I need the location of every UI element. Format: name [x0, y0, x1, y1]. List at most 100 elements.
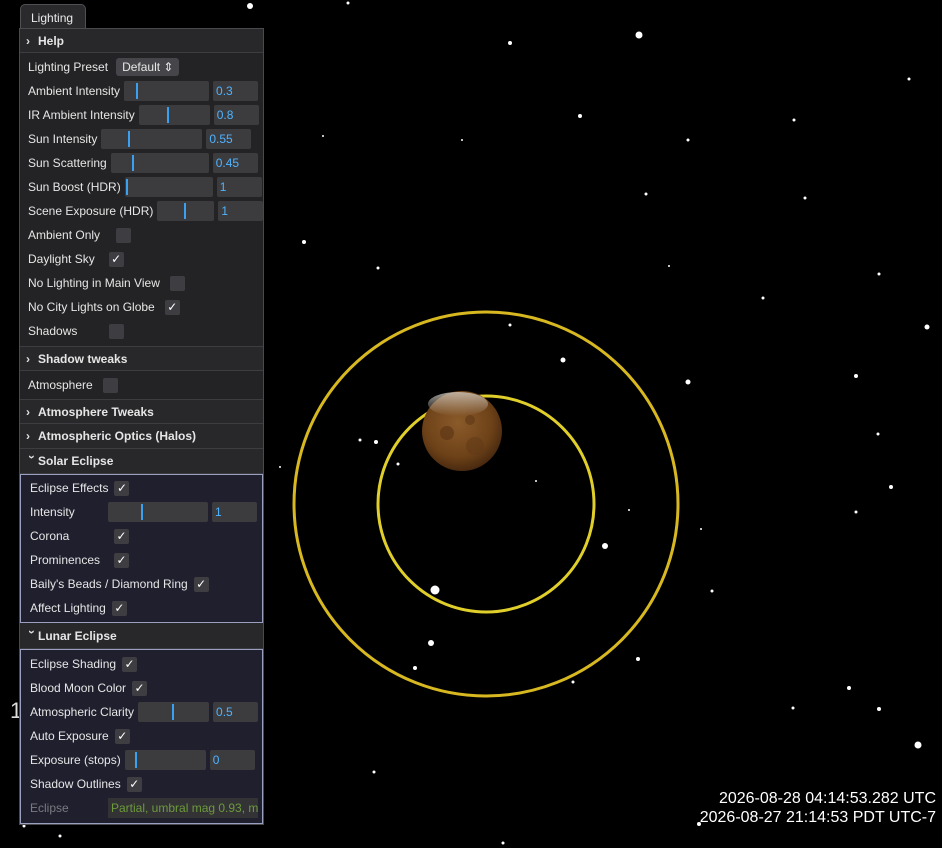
row-blood-moon: Blood Moon Color ✓ — [21, 676, 262, 700]
row-corona: Corona ✓ — [21, 524, 262, 548]
solar-eclipse-group: Eclipse Effects ✓ Intensity 1 Corona ✓ P… — [20, 474, 263, 623]
scene-exposure-slider[interactable] — [157, 201, 215, 221]
ir-ambient-value[interactable]: 0.8 — [213, 105, 259, 125]
tab-lighting[interactable]: Lighting — [20, 4, 86, 28]
sun-intensity-value[interactable]: 0.55 — [206, 129, 252, 149]
shadow-outlines-checkbox[interactable]: ✓ — [126, 776, 142, 792]
no-lighting-main-checkbox[interactable] — [169, 275, 185, 291]
shadows-checkbox[interactable] — [109, 323, 125, 339]
eclipse-effects-checkbox[interactable]: ✓ — [114, 480, 130, 496]
row-lighting-preset: Lighting Preset Default ⇕ — [20, 55, 263, 79]
row-atmosphere: Atmosphere — [20, 371, 263, 400]
row-eclipse-readout: Eclipse Partial, umbral mag 0.93, m — [21, 796, 262, 820]
sun-intensity-slider[interactable] — [101, 129, 203, 149]
ambient-intensity-value[interactable]: 0.3 — [213, 81, 259, 101]
check-icon: ✓ — [116, 481, 128, 495]
slider-thumb[interactable] — [134, 752, 137, 768]
sun-scattering-value[interactable]: 0.45 — [212, 153, 258, 173]
row-ambient-only: Ambient Only — [20, 223, 263, 247]
atmospheric-clarity-label: Atmospheric Clarity — [30, 705, 135, 719]
sun-boost-slider[interactable] — [124, 177, 213, 197]
section-atmosphere-tweaks[interactable]: › Atmosphere Tweaks — [20, 400, 263, 424]
ir-ambient-slider[interactable] — [138, 105, 210, 125]
eclipse-shading-label: Eclipse Shading — [30, 657, 117, 671]
section-halos[interactable]: › Atmospheric Optics (Halos) — [20, 424, 263, 449]
section-label: Solar Eclipse — [38, 454, 114, 468]
moon[interactable] — [422, 391, 502, 471]
no-lighting-main-label: No Lighting in Main View — [28, 276, 160, 290]
scene-exposure-value[interactable]: 1 — [218, 201, 263, 221]
daylight-sky-checkbox[interactable]: ✓ — [108, 251, 124, 267]
solar-intensity-value[interactable]: 1 — [212, 502, 257, 522]
ambient-intensity-label: Ambient Intensity — [28, 84, 121, 98]
exposure-stops-value[interactable]: 0 — [209, 750, 255, 770]
blood-moon-label: Blood Moon Color — [30, 681, 127, 695]
atmosphere-checkbox[interactable] — [102, 377, 118, 393]
slider-thumb[interactable] — [125, 179, 128, 195]
chevron-right-icon: › — [26, 404, 30, 419]
bailys-beads-checkbox[interactable]: ✓ — [193, 576, 209, 592]
section-shadow-tweaks[interactable]: › Shadow tweaks — [20, 347, 263, 371]
lighting-panel: › Help Lighting Preset Default ⇕ Ambient … — [19, 28, 264, 825]
auto-exposure-checkbox[interactable]: ✓ — [114, 728, 130, 744]
scene-exposure-label: Scene Exposure (HDR) — [28, 204, 154, 218]
eclipse-readout-value: Partial, umbral mag 0.93, m — [108, 798, 258, 818]
check-icon: ✓ — [116, 553, 127, 567]
check-icon: ✓ — [111, 252, 122, 266]
exposure-stops-label: Exposure (stops) — [30, 753, 121, 767]
row-sun-intensity: Sun Intensity 0.55 — [20, 127, 263, 151]
slider-thumb[interactable] — [184, 203, 187, 219]
check-icon: ✓ — [167, 300, 178, 314]
ambient-only-checkbox[interactable] — [116, 227, 132, 243]
section-solar-eclipse[interactable]: › Solar Eclipse — [20, 449, 263, 474]
sun-scattering-slider[interactable] — [110, 153, 209, 173]
ambient-intensity-slider[interactable] — [124, 81, 210, 101]
solar-intensity-slider[interactable] — [108, 502, 208, 522]
daylight-sky-label: Daylight Sky — [28, 252, 95, 266]
section-label: Atmospheric Optics (Halos) — [38, 429, 197, 443]
exposure-stops-slider[interactable] — [124, 750, 206, 770]
check-icon: ✓ — [114, 601, 125, 615]
chevron-right-icon: › — [26, 351, 30, 366]
chevron-down-icon: › — [25, 629, 39, 634]
sun-scattering-label: Sun Scattering — [28, 156, 107, 170]
section-label: Atmosphere Tweaks — [38, 404, 154, 419]
atmospheric-clarity-value[interactable]: 0.5 — [213, 702, 259, 722]
lighting-preset-select[interactable]: Default ⇕ — [116, 58, 180, 76]
no-city-lights-checkbox[interactable]: ✓ — [164, 299, 180, 315]
shadows-label: Shadows — [28, 324, 78, 338]
row-auto-exposure: Auto Exposure ✓ — [21, 724, 262, 748]
sun-intensity-label: Sun Intensity — [28, 132, 98, 146]
prominences-checkbox[interactable]: ✓ — [114, 552, 129, 568]
slider-thumb[interactable] — [131, 155, 134, 171]
sun-boost-label: Sun Boost (HDR) — [28, 180, 121, 194]
auto-exposure-label: Auto Exposure — [30, 729, 109, 743]
row-eclipse-effects: Eclipse Effects ✓ — [21, 476, 262, 500]
row-affect-lighting: Affect Lighting ✓ — [21, 596, 262, 620]
chevron-down-icon: › — [25, 455, 39, 459]
check-icon: ✓ — [117, 729, 128, 743]
slider-thumb[interactable] — [141, 504, 143, 520]
shadow-outlines-label: Shadow Outlines — [30, 777, 121, 791]
row-sun-boost: Sun Boost (HDR) 1 — [20, 175, 263, 199]
corona-checkbox[interactable]: ✓ — [114, 528, 129, 544]
row-sun-scattering: Sun Scattering 0.45 — [20, 151, 263, 175]
penumbra-ring — [292, 310, 680, 698]
slider-thumb[interactable] — [136, 83, 139, 99]
slider-thumb[interactable] — [128, 131, 131, 147]
slider-thumb[interactable] — [172, 704, 175, 720]
section-lunar-eclipse[interactable]: › Lunar Eclipse — [20, 623, 263, 649]
blood-moon-checkbox[interactable]: ✓ — [132, 680, 148, 696]
solar-intensity-label: Intensity — [30, 505, 75, 519]
atmosphere-label: Atmosphere — [28, 378, 93, 392]
check-icon: ✓ — [116, 529, 127, 543]
bailys-beads-label: Baily's Beads / Diamond Ring — [30, 577, 188, 591]
slider-thumb[interactable] — [166, 107, 169, 123]
atmospheric-clarity-slider[interactable] — [138, 702, 210, 722]
row-prominences: Prominences ✓ — [21, 548, 262, 572]
row-shadow-outlines: Shadow Outlines ✓ — [21, 772, 262, 796]
sun-boost-value[interactable]: 1 — [216, 177, 262, 197]
section-help[interactable]: › Help — [20, 29, 263, 53]
affect-lighting-checkbox[interactable]: ✓ — [111, 600, 127, 616]
eclipse-shading-checkbox[interactable]: ✓ — [122, 656, 138, 672]
